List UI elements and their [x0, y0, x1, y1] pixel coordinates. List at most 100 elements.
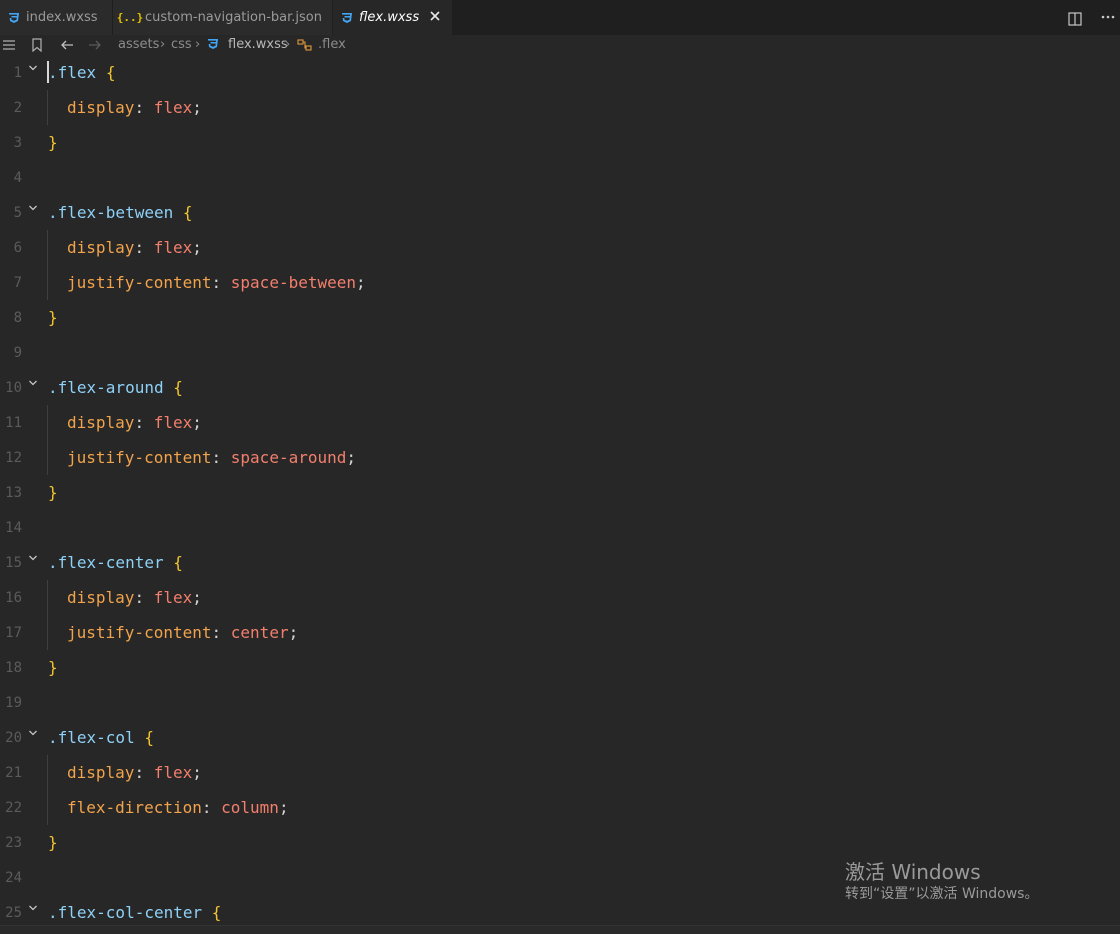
chevron-down-icon[interactable] [27, 199, 39, 211]
code-line[interactable]: 7 justify-content: space-between; [0, 265, 1120, 300]
indent-guide [47, 90, 48, 125]
chevron-down-icon[interactable] [27, 724, 39, 736]
line-number: 9 [13, 345, 22, 361]
code-line[interactable]: 8 } [0, 300, 1120, 335]
more-actions-icon[interactable] [1100, 9, 1116, 25]
line-number: 2 [13, 100, 22, 116]
code-text: .flex { [48, 63, 116, 82]
code-text: justify-content: center; [67, 623, 299, 642]
forward-arrow-icon[interactable] [88, 38, 102, 52]
code-line[interactable]: 15 .flex-center { [0, 545, 1120, 580]
code-line[interactable]: 5 .flex-between { [0, 195, 1120, 230]
list-icon[interactable] [2, 38, 16, 52]
code-line[interactable]: 10 .flex-around { [0, 370, 1120, 405]
chevron-right-icon: › [160, 37, 166, 52]
json-icon: {..} [116, 11, 144, 24]
indent-guide [47, 230, 48, 265]
code-line[interactable]: 1 .flex { [0, 55, 1120, 90]
line-number: 8 [13, 310, 22, 326]
tab-flex-wxss[interactable]: flex.wxss [333, 0, 453, 35]
breadcrumb-item-file[interactable]: flex.wxss [228, 37, 288, 53]
code-text: .flex-col { [48, 728, 154, 747]
code-text: .flex-between { [48, 203, 193, 222]
text-cursor [47, 61, 49, 83]
bookmark-icon[interactable] [30, 38, 44, 53]
line-number: 18 [5, 660, 22, 676]
chevron-down-icon[interactable] [27, 374, 39, 386]
symbol-class-icon [297, 38, 312, 52]
indent-guide [47, 615, 48, 650]
code-line[interactable]: 22 flex-direction: column; [0, 790, 1120, 825]
code-line[interactable]: 3 } [0, 125, 1120, 160]
code-line[interactable]: 2 display: flex; [0, 90, 1120, 125]
code-text: flex-direction: column; [67, 798, 289, 817]
activation-watermark-subtitle: 转到“设置”以激活 Windows。 [845, 886, 1039, 902]
breadcrumb: assets › css › flex.wxss › .flex [0, 35, 1120, 55]
line-number: 12 [5, 450, 22, 466]
code-text: display: flex; [67, 413, 202, 432]
code-text: .flex-col-center { [48, 903, 222, 922]
line-number: 16 [5, 590, 22, 606]
code-line[interactable]: 12 justify-content: space-around; [0, 440, 1120, 475]
chevron-down-icon[interactable] [27, 549, 39, 561]
line-number: 20 [5, 730, 22, 746]
code-line[interactable]: 20 .flex-col { [0, 720, 1120, 755]
code-line[interactable]: 14 [0, 510, 1120, 545]
back-arrow-icon[interactable] [60, 38, 74, 52]
indent-guide [47, 580, 48, 615]
code-line[interactable]: 17 justify-content: center; [0, 615, 1120, 650]
code-line[interactable]: 19 [0, 685, 1120, 720]
chevron-right-icon: › [195, 37, 201, 52]
code-text: } [48, 658, 58, 677]
line-number: 25 [5, 905, 22, 921]
line-number: 5 [13, 205, 22, 221]
line-number: 6 [13, 240, 22, 256]
code-line[interactable]: 4 [0, 160, 1120, 195]
line-number: 7 [13, 275, 22, 291]
tab-index-wxss[interactable]: index.wxss [0, 0, 113, 35]
line-number: 17 [5, 625, 22, 641]
code-text: display: flex; [67, 763, 202, 782]
code-text: } [48, 308, 58, 327]
close-icon[interactable] [428, 9, 442, 23]
css-icon [207, 38, 221, 52]
code-text: .flex-around { [48, 378, 183, 397]
code-line[interactable]: 11 display: flex; [0, 405, 1120, 440]
line-number: 22 [5, 800, 22, 816]
split-editor-icon[interactable] [1068, 11, 1082, 26]
horizontal-scrollbar[interactable] [0, 925, 1120, 934]
breadcrumb-item-css[interactable]: css [171, 37, 192, 53]
code-line[interactable]: 6 display: flex; [0, 230, 1120, 265]
code-editor-window: index.wxss {..} custom-navigation-bar.js… [0, 0, 1120, 934]
line-number: 23 [5, 835, 22, 851]
code-text: .flex-center { [48, 553, 183, 572]
indent-guide [47, 790, 48, 825]
line-number: 21 [5, 765, 22, 781]
editor-tab-bar: index.wxss {..} custom-navigation-bar.js… [0, 0, 1120, 35]
line-number: 24 [5, 870, 22, 886]
line-number: 11 [5, 415, 22, 431]
line-number: 19 [5, 695, 22, 711]
code-text: } [48, 133, 58, 152]
code-line[interactable]: 21 display: flex; [0, 755, 1120, 790]
code-text: justify-content: space-between; [67, 273, 366, 292]
code-line[interactable]: 9 [0, 335, 1120, 370]
tab-custom-navigation-bar-json[interactable]: {..} custom-navigation-bar.json [113, 0, 333, 35]
code-line[interactable]: 18 } [0, 650, 1120, 685]
breadcrumb-item-assets[interactable]: assets [118, 37, 159, 53]
line-number: 3 [13, 135, 22, 151]
code-line[interactable]: 13 } [0, 475, 1120, 510]
breadcrumb-item-symbol[interactable]: .flex [318, 37, 346, 53]
code-text: display: flex; [67, 588, 202, 607]
code-line[interactable]: 16 display: flex; [0, 580, 1120, 615]
css-icon [6, 10, 22, 26]
code-text: } [48, 833, 58, 852]
code-text: justify-content: space-around; [67, 448, 357, 467]
chevron-right-icon: › [285, 37, 291, 52]
indent-guide [47, 755, 48, 790]
line-number: 13 [5, 485, 22, 501]
code-editor[interactable]: 1 .flex { 2 display: flex; 3 } 4 5 .flex… [0, 55, 1120, 925]
code-line[interactable]: 23 } [0, 825, 1120, 860]
chevron-down-icon[interactable] [27, 59, 39, 71]
chevron-down-icon[interactable] [27, 899, 39, 911]
